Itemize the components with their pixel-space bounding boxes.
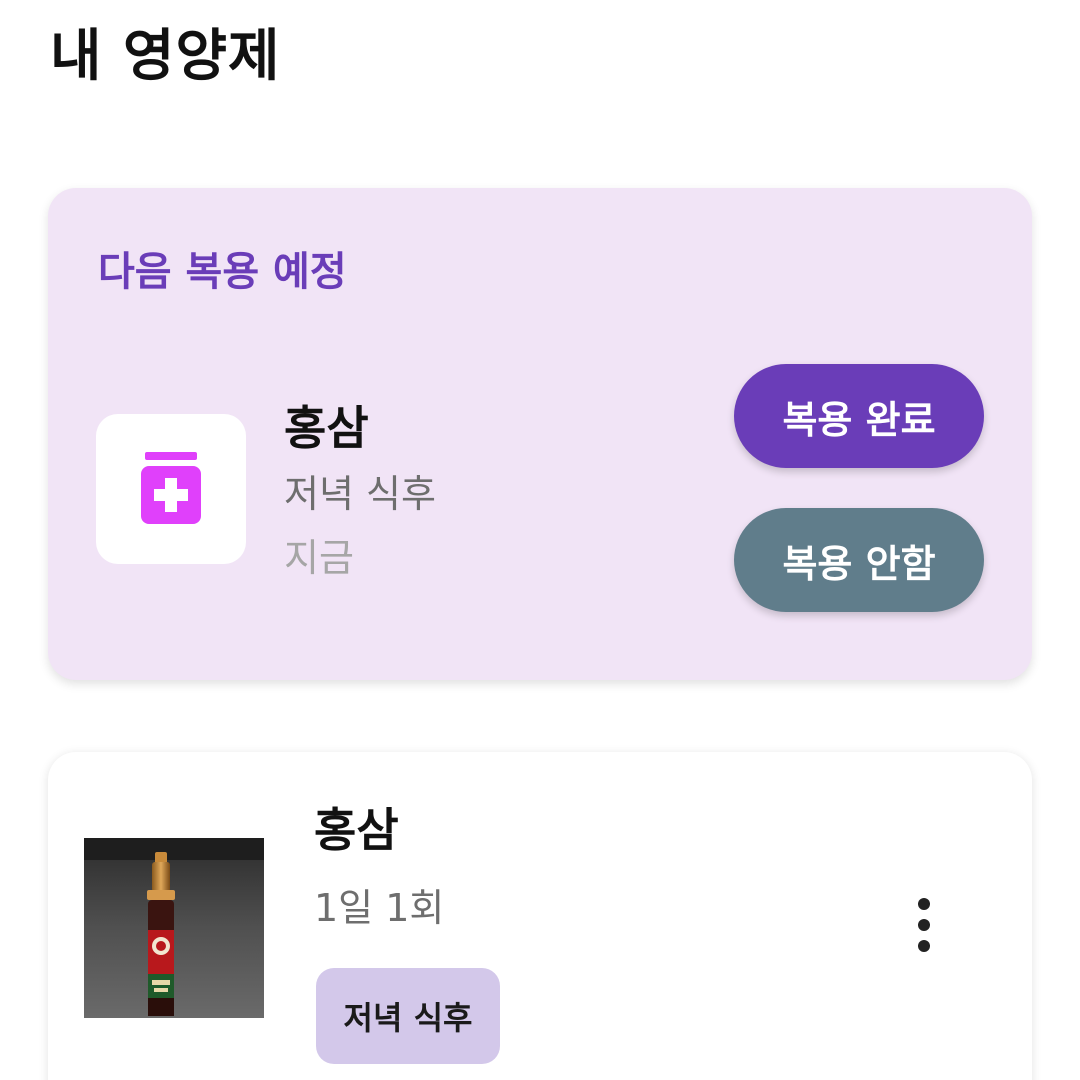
supplement-list-item[interactable]: 홍삼 1일 1회 저녁 식후 [48, 752, 1032, 1080]
mark-taken-button[interactable]: 복용 완료 [734, 364, 984, 468]
more-vertical-icon[interactable] [900, 896, 948, 960]
supplement-name: 홍삼 [314, 803, 399, 857]
next-dose-card: 다음 복용 예정 홍삼 저녁 식후 지금 복용 완료 복용 안함 [48, 188, 1032, 680]
medicine-bottle-icon [141, 452, 201, 524]
supplements-screen: 내 영양제 다음 복용 예정 홍삼 저녁 식후 지금 복용 완료 복용 안함 홍… [0, 0, 1080, 1080]
next-dose-heading: 다음 복용 예정 [98, 249, 347, 295]
next-dose-icon-container [96, 414, 246, 564]
supplement-frequency: 1일 1회 [314, 886, 445, 930]
page-title: 내 영양제 [50, 24, 281, 89]
supplement-photo [84, 838, 264, 1018]
next-dose-name: 홍삼 [284, 401, 369, 455]
next-dose-when: 지금 [284, 536, 354, 580]
mark-skipped-button[interactable]: 복용 안함 [734, 508, 984, 612]
supplement-timing-tag: 저녁 식후 [316, 968, 500, 1064]
next-dose-timing: 저녁 식후 [284, 472, 436, 516]
